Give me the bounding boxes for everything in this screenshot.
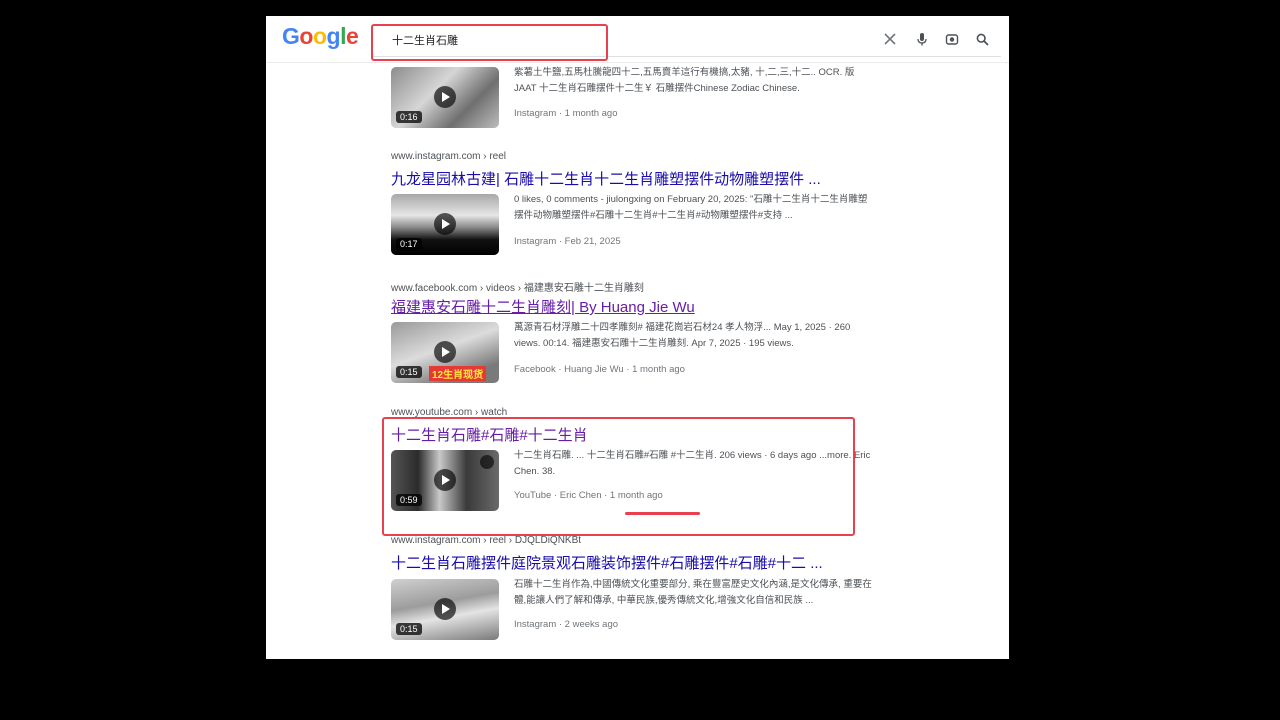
result-title-link[interactable]: 十二生肖石雕摆件庭院景观石雕装饰摆件#石雕摆件#石雕#十二 ...: [391, 552, 823, 573]
video-thumbnail[interactable]: 0:15: [391, 579, 499, 640]
clear-icon[interactable]: [879, 28, 901, 50]
video-thumbnail[interactable]: 0:17: [391, 194, 499, 255]
logo-letter: o: [312, 23, 327, 49]
result-source: Facebook · Huang Jie Wu · 1 month ago: [514, 364, 685, 375]
logo-letter: g: [326, 23, 341, 49]
google-logo[interactable]: Google: [282, 23, 359, 50]
microphone-icon[interactable]: [911, 28, 933, 50]
result-snippet: 0 likes, 0 comments - jiulongxing on Feb…: [514, 194, 868, 221]
result-source: Instagram · Feb 21, 2025: [514, 236, 621, 247]
video-thumbnail[interactable]: 0:16: [391, 67, 499, 128]
video-duration: 0:15: [396, 623, 422, 635]
search-header: Google 十二生肖石雕: [266, 16, 1009, 63]
result-source: Instagram · 2 weeks ago: [514, 619, 619, 630]
result-url[interactable]: www.facebook.com › videos › 福建惠安石雕十二生肖雕刻: [391, 279, 644, 294]
play-icon: [434, 86, 456, 108]
video-duration: 0:15: [396, 366, 422, 378]
thumbnail-caption: 12生肖现货: [429, 366, 487, 381]
play-icon: [434, 598, 456, 620]
logo-letter: o: [299, 23, 313, 49]
play-icon: [434, 341, 456, 363]
result-highlight-box: [382, 417, 855, 536]
result-snippet: 萬源青石材浮雕二十四孝雕刻# 福建花崗岩石材24 孝人物浮... May 1, …: [514, 322, 851, 349]
result-source: Instagram · 1 month ago: [514, 108, 618, 119]
play-icon: [434, 213, 456, 235]
browser-viewport: Google 十二生肖石雕 0:16 紫薯土牛鹽,五馬杜騰龍四十二,五馬賣羊這行…: [266, 16, 1009, 659]
result-url[interactable]: www.instagram.com › reel › DJQLDiQNKBt: [391, 535, 581, 546]
logo-letter: G: [282, 23, 300, 49]
query-highlight-box: [371, 24, 608, 61]
video-thumbnail[interactable]: 0:15 12生肖现货: [391, 322, 499, 383]
camera-lens-icon[interactable]: [941, 28, 963, 50]
result-title-link[interactable]: 福建惠安石雕十二生肖雕刻| By Huang Jie Wu: [391, 296, 695, 317]
result-snippet: 石雕十二生肖作為,中國傳統文化重要部分, 乘在豐富歷史文化內涵,是文化傳承, 重…: [514, 579, 872, 606]
search-icon[interactable]: [971, 28, 993, 50]
result-snippet: 紫薯土牛鹽,五馬杜騰龍四十二,五馬賣羊這行有機搞,太豬, 十,二,三,十二.. …: [514, 67, 855, 94]
result-title-link[interactable]: 九龙星园林古建| 石雕十二生肖十二生肖雕塑摆件动物雕塑摆件 ...: [391, 168, 821, 189]
logo-letter: e: [345, 23, 359, 49]
video-duration: 0:16: [396, 111, 422, 123]
video-duration: 0:17: [396, 238, 422, 250]
result-url[interactable]: www.instagram.com › reel: [391, 151, 506, 162]
